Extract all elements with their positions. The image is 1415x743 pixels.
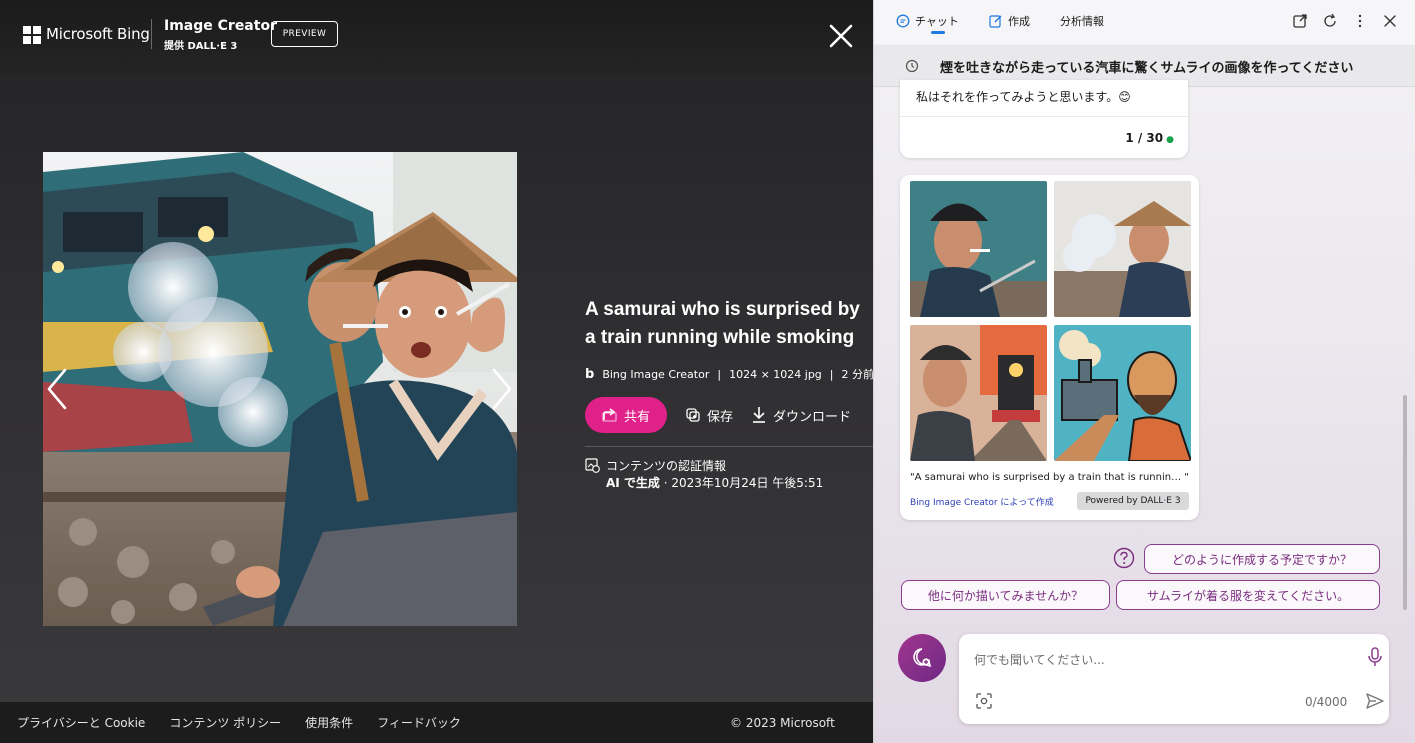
open-new-window-icon[interactable]	[1291, 12, 1309, 30]
sidebar-scrollbar[interactable]	[1403, 395, 1407, 610]
gallery-thumbnail[interactable]	[1054, 325, 1191, 461]
history-icon[interactable]	[904, 58, 920, 74]
image-dimensions: 1024 × 1024 jpg	[729, 367, 822, 381]
previous-image-icon[interactable]	[43, 364, 73, 414]
bing-image-creator-link[interactable]: Bing Image Creator によって作成	[910, 495, 1054, 508]
gallery-caption: "A samurai who is surprised by a train t…	[910, 472, 1189, 483]
message-divider	[900, 116, 1188, 117]
content-credentials-icon	[585, 458, 600, 473]
samurai-train-image	[43, 152, 517, 626]
brand-name[interactable]: Microsoft Bing	[46, 25, 150, 43]
gallery-thumbnail[interactable]	[1054, 181, 1191, 317]
turn-count: 1 / 30	[1125, 131, 1164, 145]
close-sidebar-icon[interactable]	[1381, 12, 1399, 30]
share-button[interactable]: 共有	[585, 397, 667, 433]
tab-chat-label: チャット	[915, 15, 959, 28]
content-policy-link[interactable]: コンテンツ ポリシー	[169, 714, 281, 731]
download-icon	[753, 407, 766, 423]
image-time: 2 分前	[841, 368, 875, 381]
generated-image[interactable]	[43, 152, 517, 626]
feedback-link[interactable]: フィードバック	[377, 714, 461, 731]
image-meta: b Bing Image Creator | 1024 × 1024 jpg |…	[585, 366, 874, 382]
message-text: 私はそれを作ってみようと思います。😊	[916, 90, 1131, 104]
message-counter: 1 / 30 ●	[1125, 131, 1174, 145]
tab-chat[interactable]: チャット	[896, 13, 959, 29]
next-image-icon[interactable]	[486, 364, 516, 414]
generation-date: · 2023年10月24日 午後5:51	[659, 476, 824, 490]
visual-search-icon[interactable]	[975, 692, 993, 710]
gallery-thumbnail[interactable]	[910, 181, 1047, 317]
save-button[interactable]: 保存	[685, 406, 733, 425]
chat-icon	[896, 14, 910, 28]
ai-generated-label: AI で生成	[606, 476, 660, 490]
image-title: A samurai who is surprised by a train ru…	[585, 299, 860, 348]
share-icon	[602, 408, 617, 422]
save-collection-icon	[686, 408, 700, 422]
credentials-detail: AI で生成 · 2023年10月24日 午後5:51	[606, 475, 823, 492]
status-dot-icon: ●	[1166, 135, 1174, 145]
chat-input[interactable]	[974, 648, 1354, 672]
thumbnail-image	[910, 181, 1047, 317]
more-options-icon[interactable]	[1351, 12, 1369, 30]
meta-separator: |	[717, 367, 722, 381]
meta-separator: |	[829, 367, 834, 381]
download-button[interactable]: ダウンロード	[751, 406, 851, 425]
content-credentials[interactable]: コンテンツの認証情報 AI で生成 · 2023年10月24日 午後5:51	[585, 458, 823, 492]
sidebar-header: チャット 作成 分析情報	[874, 0, 1415, 44]
product-title[interactable]: Image Creator	[164, 18, 277, 34]
image-gallery-card: "A samurai who is surprised by a train t…	[900, 175, 1199, 520]
compose-icon	[989, 15, 1002, 28]
brand-divider	[151, 19, 152, 49]
tab-compose-label: 作成	[1008, 15, 1030, 28]
preview-badge: PREVIEW	[271, 21, 338, 47]
bing-logo-icon: b	[585, 366, 595, 382]
chat-input-box: 0/4000	[959, 634, 1389, 724]
thumbnail-image	[1054, 181, 1191, 317]
powered-by-badge: Powered by DALL·E 3	[1077, 492, 1189, 510]
image-source: Bing Image Creator	[602, 367, 710, 381]
copyright: © 2023 Microsoft	[730, 716, 835, 730]
tab-insights-label: 分析情報	[1060, 15, 1104, 28]
save-label: 保存	[707, 409, 734, 425]
viewer-footer: プライバシーと Cookie コンテンツ ポリシー 使用条件 フィードバック ©…	[0, 702, 873, 743]
download-label: ダウンロード	[773, 409, 852, 425]
copilot-sidebar: チャット 作成 分析情報 煙を吐きながら走っている汽車に驚くサムライの画像を作っ…	[873, 0, 1415, 743]
microphone-icon[interactable]	[1366, 647, 1384, 667]
thumbnail-image	[910, 325, 1047, 461]
image-viewer: Microsoft Bing Image Creator 提供 DALL·E 3…	[0, 0, 874, 743]
query-text: 煙を吐きながら走っている汽車に驚くサムライの画像を作ってください	[940, 61, 1354, 76]
image-actions: 共有 保存 ダウンロード	[585, 397, 851, 433]
suggestion-chip[interactable]: 他に何か描いてみませんか？	[901, 580, 1110, 610]
new-chat-icon	[913, 648, 932, 668]
help-icon[interactable]	[1113, 547, 1135, 569]
gallery-thumbnail[interactable]	[910, 325, 1047, 461]
close-icon[interactable]	[826, 21, 856, 51]
thumbnail-image	[1054, 325, 1191, 461]
tab-compose[interactable]: 作成	[989, 13, 1030, 29]
tab-insights[interactable]: 分析情報	[1060, 13, 1104, 29]
product-subtitle: 提供 DALL·E 3	[164, 41, 238, 52]
refresh-icon[interactable]	[1321, 12, 1339, 30]
credentials-title: コンテンツの認証情報	[606, 459, 727, 473]
send-icon[interactable]	[1365, 691, 1385, 711]
divider	[585, 446, 873, 447]
suggestion-chip[interactable]: どのように作成する予定ですか？	[1144, 544, 1380, 574]
new-topic-button[interactable]	[898, 634, 946, 682]
privacy-link[interactable]: プライバシーと Cookie	[17, 714, 145, 731]
character-count: 0/4000	[1305, 695, 1348, 709]
terms-link[interactable]: 使用条件	[305, 714, 353, 731]
suggestion-chip[interactable]: サムライが着る服を変えてください。	[1116, 580, 1380, 610]
viewer-header: Microsoft Bing Image Creator 提供 DALL·E 3…	[0, 0, 873, 74]
microsoft-logo-icon	[23, 26, 41, 44]
active-tab-indicator	[931, 31, 945, 34]
share-label: 共有	[623, 409, 650, 425]
assistant-message: 私はそれを作ってみようと思います。😊 1 / 30 ●	[900, 80, 1188, 158]
